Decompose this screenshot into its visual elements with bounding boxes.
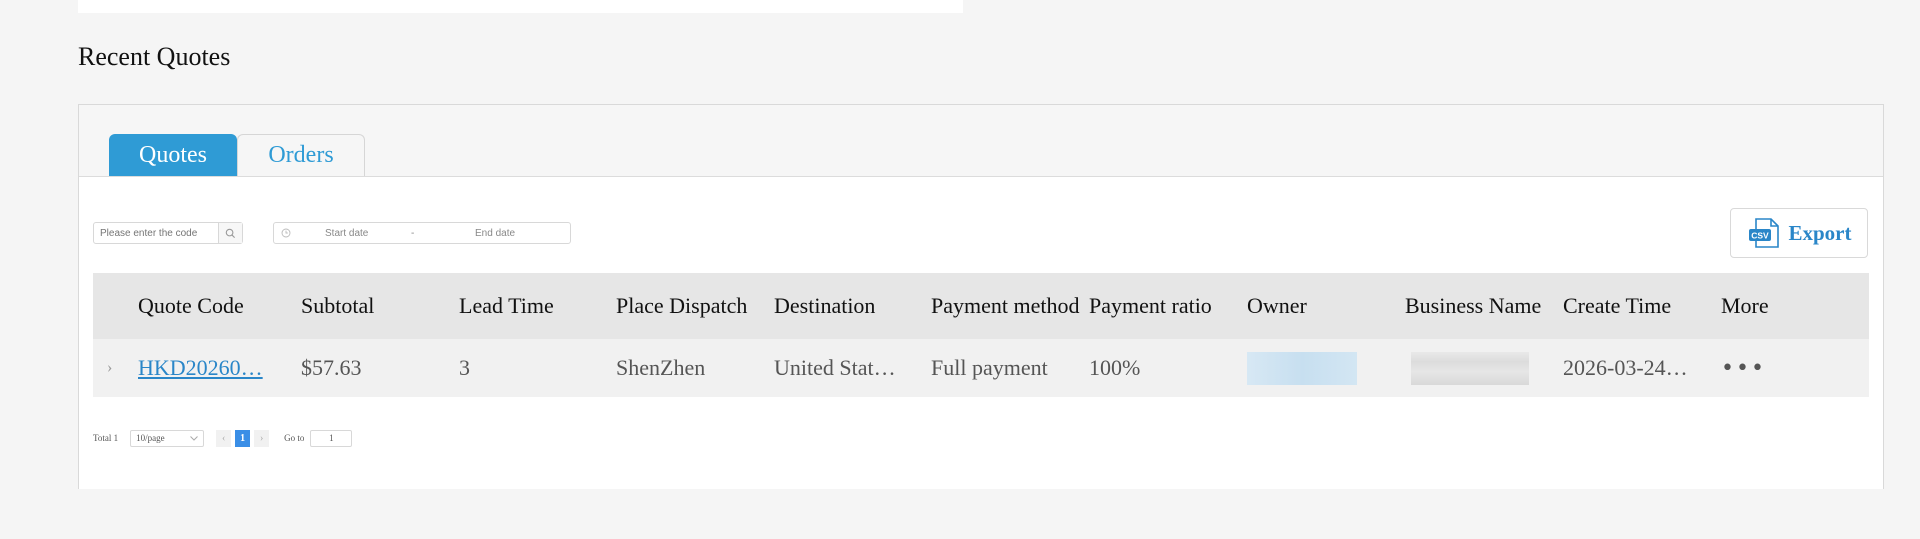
chevron-down-icon bbox=[190, 435, 198, 441]
page-1-button[interactable]: 1 bbox=[235, 429, 251, 447]
search-icon bbox=[225, 228, 236, 238]
tab-orders[interactable]: Orders bbox=[237, 134, 365, 176]
header-payment-ratio: Payment ratio bbox=[1089, 293, 1212, 318]
page-size-value: 10/page bbox=[136, 433, 165, 443]
goto-page-input[interactable]: 1 bbox=[310, 429, 353, 447]
header-business-name: Business Name bbox=[1405, 293, 1542, 318]
business-name-redacted bbox=[1411, 351, 1529, 385]
code-search bbox=[93, 222, 243, 244]
svg-text:CSV: CSV bbox=[1751, 231, 1769, 241]
date-range-picker[interactable]: Start date - End date bbox=[273, 222, 571, 244]
cell-subtotal: $57.63 bbox=[301, 355, 362, 380]
prev-page-button[interactable]: ‹ bbox=[216, 429, 232, 447]
row-expand-icon[interactable]: › bbox=[93, 355, 138, 381]
quotes-panel: Quotes Orders Start date - End date bbox=[78, 104, 1884, 489]
pagination: Total 1 10/page ‹ 1 › Go to 1 bbox=[93, 428, 353, 448]
total-count: Total 1 bbox=[93, 433, 119, 443]
section-title: Recent Quotes bbox=[78, 42, 231, 71]
cell-payment-method: Full payment bbox=[931, 355, 1048, 380]
cell-lead-time: 3 bbox=[459, 355, 470, 380]
cell-destination: United Stat… bbox=[774, 355, 896, 380]
cell-payment-ratio: 100% bbox=[1089, 355, 1141, 380]
cell-place-dispatch: ShenZhen bbox=[616, 355, 706, 380]
quote-code-link[interactable]: HKD20260… bbox=[138, 355, 263, 380]
header-place-dispatch: Place Dispatch bbox=[616, 293, 748, 318]
next-page-button[interactable]: › bbox=[254, 429, 270, 447]
cell-create-time: 2026-03-24… bbox=[1563, 355, 1688, 380]
date-separator: - bbox=[411, 227, 415, 239]
tab-quotes[interactable]: Quotes bbox=[109, 134, 237, 176]
cell-business-name bbox=[1405, 351, 1563, 385]
more-options-icon[interactable]: ••• bbox=[1721, 356, 1766, 381]
header-quote-code: Quote Code bbox=[138, 293, 244, 318]
header-more: More bbox=[1721, 293, 1769, 318]
search-button[interactable] bbox=[218, 223, 242, 243]
quotes-table: Quote Code Subtotal Lead Time Place Disp… bbox=[93, 273, 1869, 397]
owner-redacted bbox=[1247, 351, 1357, 385]
header-owner: Owner bbox=[1247, 293, 1307, 318]
end-date-input[interactable]: End date bbox=[475, 228, 545, 239]
clock-icon bbox=[281, 228, 295, 238]
cell-quote-code: HKD20260… bbox=[138, 355, 301, 381]
header-subtotal: Subtotal bbox=[301, 293, 375, 318]
header-destination: Destination bbox=[774, 293, 876, 318]
cell-owner bbox=[1247, 351, 1405, 385]
tab-content: Start date - End date CSV Export Quote C… bbox=[79, 176, 1883, 489]
tab-bar: Quotes Orders bbox=[109, 134, 365, 176]
export-label: Export bbox=[1788, 220, 1852, 245]
start-date-input[interactable]: Start date bbox=[325, 228, 395, 239]
goto-label: Go to bbox=[284, 433, 305, 443]
table-row: › HKD20260… $57.63 3 ShenZhen United Sta… bbox=[93, 339, 1869, 397]
export-button[interactable]: CSV Export bbox=[1730, 208, 1868, 258]
csv-file-icon: CSV bbox=[1748, 218, 1779, 248]
header-payment-method: Payment method bbox=[931, 293, 1080, 318]
code-search-input[interactable] bbox=[94, 224, 218, 242]
page-size-select[interactable]: 10/page bbox=[130, 429, 205, 447]
header-lead-time: Lead Time bbox=[459, 293, 554, 318]
table-header: Quote Code Subtotal Lead Time Place Disp… bbox=[93, 273, 1869, 339]
cell-more: ••• bbox=[1721, 355, 1829, 382]
top-card-edge bbox=[78, 0, 963, 13]
header-create-time: Create Time bbox=[1563, 293, 1672, 318]
